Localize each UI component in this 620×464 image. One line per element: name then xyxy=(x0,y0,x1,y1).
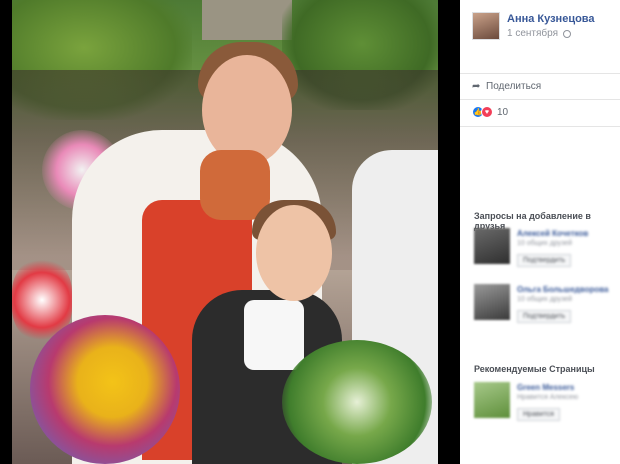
photo-building xyxy=(202,0,292,40)
friend-request-mutual: 10 общих друзей xyxy=(517,296,573,303)
share-arrow-icon: ➦ xyxy=(472,80,481,92)
post-date: 1 сентября xyxy=(507,27,595,41)
confirm-button[interactable]: Подтвердить xyxy=(517,254,572,267)
recommended-page-thumb[interactable] xyxy=(474,382,510,418)
photo-girl-collar xyxy=(244,300,304,370)
reactions-count: 10 xyxy=(497,106,509,118)
divider xyxy=(460,126,620,127)
divider xyxy=(460,73,620,74)
reactions-summary[interactable]: 👍 ♥ 10 xyxy=(472,106,508,118)
author-meta: Анна Кузнецова 1 сентября xyxy=(507,12,595,41)
photo-bouquet xyxy=(30,315,180,464)
photo-bouquet xyxy=(282,340,432,464)
friend-request-item: Алексей Кочетков 10 общих друзей Подтвер… xyxy=(474,228,588,267)
friend-request-info: Алексей Кочетков 10 общих друзей Подтвер… xyxy=(517,228,588,267)
post-author: Анна Кузнецова 1 сентября xyxy=(472,12,595,41)
recommended-page-sub: Нравится Алексею xyxy=(517,394,579,401)
share-button[interactable]: ➦ Поделиться xyxy=(472,81,541,92)
friend-request-info: Ольга Большедворова 10 общих друзей Подт… xyxy=(517,284,609,323)
avatar[interactable] xyxy=(472,12,500,40)
globe-icon xyxy=(563,30,572,38)
recommended-page-name[interactable]: Green Messers xyxy=(517,382,578,393)
friend-request-name[interactable]: Алексей Кочетков xyxy=(517,228,588,239)
friend-request-avatar[interactable] xyxy=(474,284,510,320)
author-name[interactable]: Анна Кузнецова xyxy=(507,12,595,26)
photo-viewer xyxy=(0,0,460,464)
friend-request-item: Ольга Большедворова 10 общих друзей Подт… xyxy=(474,284,609,323)
post-date-text[interactable]: 1 сентября xyxy=(507,27,558,41)
post-photo[interactable] xyxy=(12,0,438,464)
friend-request-name[interactable]: Ольга Большедворова xyxy=(517,284,609,295)
heart-icon: ♥ xyxy=(481,106,493,118)
friend-request-mutual: 10 общих друзей xyxy=(517,240,573,247)
share-label: Поделиться xyxy=(486,81,542,92)
photo-woman-face xyxy=(202,55,292,165)
like-page-button[interactable]: Нравится xyxy=(517,408,560,421)
recommended-page-info: Green Messers Нравится Алексею Нравится xyxy=(517,382,578,421)
divider xyxy=(460,99,620,100)
friend-request-avatar[interactable] xyxy=(474,228,510,264)
photo-girl-face xyxy=(256,205,332,301)
confirm-button[interactable]: Подтвердить xyxy=(517,310,572,323)
recommended-page-item: Green Messers Нравится Алексею Нравится xyxy=(474,382,578,421)
post-sidebar: Анна Кузнецова 1 сентября ➦ Поделиться 👍… xyxy=(460,0,620,464)
recommended-pages-title: Рекомендуемые Страницы xyxy=(474,364,595,374)
